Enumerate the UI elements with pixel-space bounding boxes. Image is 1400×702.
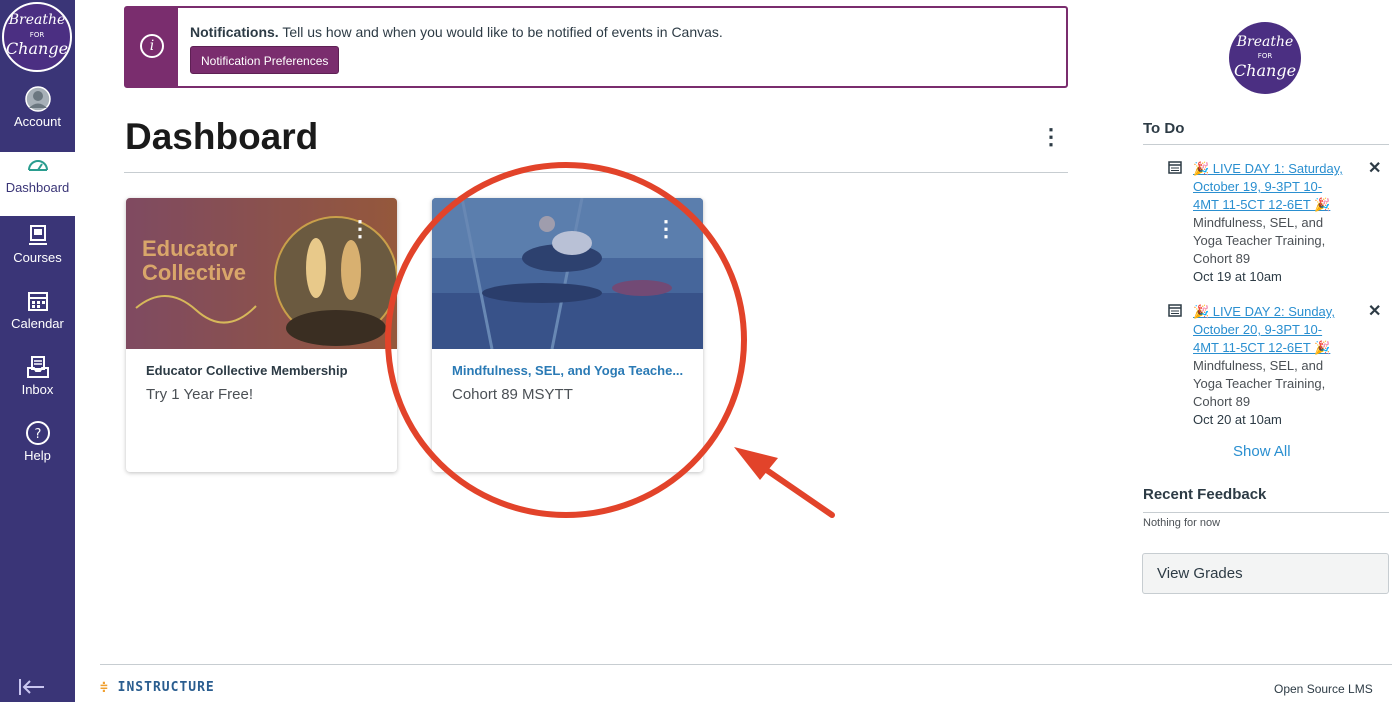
todo-heading: To Do (1143, 120, 1185, 137)
nav-label-account: Account (14, 114, 61, 129)
info-icon: i (140, 34, 164, 58)
course-card-subtitle: Cohort 89 MSYTT (452, 386, 573, 403)
notification-side: i (126, 8, 178, 86)
courses-icon (28, 225, 47, 245)
todo-context: Mindfulness, SEL, and Yoga Teacher Train… (1193, 215, 1326, 266)
course-card-mindfulness[interactable]: ⋮ Mindfulness, SEL, and Yoga Teache... C… (432, 198, 703, 472)
collapse-nav-icon[interactable] (18, 676, 46, 702)
dismiss-icon[interactable]: ✕ (1368, 303, 1381, 321)
nav-label-courses: Courses (13, 250, 62, 265)
nav-label-calendar: Calendar (11, 316, 64, 331)
course-card-title[interactable]: Mindfulness, SEL, and Yoga Teache... (452, 363, 683, 378)
calendar-icon (1168, 161, 1182, 174)
page-title: Dashboard (125, 116, 319, 157)
svg-text:Educator: Educator (142, 236, 238, 261)
notification-message: Notifications. Tell us how and when you … (190, 24, 723, 40)
dashboard-icon (27, 160, 48, 171)
svg-text:Change: Change (1234, 61, 1296, 80)
pointer-arrow (734, 447, 835, 518)
nav-item-calendar[interactable]: Calendar (0, 288, 75, 352)
recent-feedback-heading: Recent Feedback (1143, 486, 1267, 503)
footer-divider (100, 664, 1392, 665)
nav-item-help[interactable]: ? Help (0, 420, 75, 484)
course-card-image: ⋮ (432, 198, 703, 349)
account-icon (24, 86, 51, 112)
dashboard-options-icon[interactable]: ⋮ (1040, 124, 1062, 150)
course-card-educator-collective[interactable]: Educator Collective ⋮ Educator Collectiv… (126, 198, 397, 472)
notification-text: Tell us how and when you would like to b… (282, 24, 723, 40)
svg-text:Breathe: Breathe (8, 12, 66, 28)
svg-text:Change: Change (6, 39, 68, 58)
nav-label-dashboard: Dashboard (5, 180, 70, 195)
course-card-title[interactable]: Educator Collective Membership (146, 363, 348, 378)
show-all-link[interactable]: Show All (1233, 443, 1291, 460)
todo-date: Oct 19 at 10am (1193, 269, 1282, 284)
open-source-lms-link[interactable]: Open Source LMS (1274, 682, 1373, 696)
notification-preferences-button[interactable]: Notification Preferences (190, 46, 340, 74)
canvas-dashboard-page: Breathe FOR Change Account Dashboard Cou… (0, 0, 1400, 702)
instructure-logo[interactable]: ≑ INSTRUCTURE (100, 680, 215, 695)
todo-divider (1143, 144, 1389, 145)
nav-item-inbox[interactable]: Inbox (0, 354, 75, 418)
feedback-empty-text: Nothing for now (1143, 517, 1221, 529)
todo-link[interactable]: 🎉 LIVE DAY 2: Sunday, October 20, 9-3PT … (1193, 304, 1335, 355)
course-card-image: Educator Collective ⋮ (126, 198, 397, 349)
todo-link[interactable]: 🎉 LIVE DAY 1: Saturday, October 19, 9-3P… (1193, 161, 1343, 212)
svg-text:?: ? (34, 427, 41, 442)
calendar-icon (27, 292, 48, 311)
global-nav: Breathe FOR Change Account Dashboard Cou… (0, 0, 75, 702)
help-icon: ? (25, 421, 50, 445)
notification-title: Notifications. (190, 24, 279, 40)
breathe-for-change-logo[interactable]: Breathe FOR Change (2, 2, 72, 72)
view-grades-button[interactable]: View Grades (1142, 553, 1389, 594)
instructure-wordmark: INSTRUCTURE (117, 680, 215, 695)
header-divider (124, 172, 1068, 173)
feedback-divider (1143, 512, 1389, 513)
nav-label-help: Help (24, 448, 51, 463)
nav-item-account[interactable]: Account (0, 86, 75, 150)
nav-label-inbox: Inbox (21, 382, 54, 397)
svg-text:Breathe: Breathe (1236, 34, 1294, 50)
notification-banner: i Notifications. Tell us how and when yo… (124, 6, 1068, 88)
calendar-icon (1168, 304, 1182, 317)
todo-date: Oct 20 at 10am (1193, 412, 1282, 427)
sidebar-logo: Breathe FOR Change (1229, 22, 1301, 94)
card-options-icon[interactable]: ⋮ (349, 216, 371, 242)
card-options-icon[interactable]: ⋮ (655, 216, 677, 242)
svg-text:FOR: FOR (30, 31, 45, 39)
todo-context: Mindfulness, SEL, and Yoga Teacher Train… (1193, 358, 1326, 409)
svg-text:Collective: Collective (142, 260, 246, 285)
course-card-subtitle: Try 1 Year Free! (146, 386, 253, 403)
inbox-icon (26, 356, 49, 378)
instructure-icon: ≑ (100, 680, 109, 695)
nav-item-courses[interactable]: Courses (0, 222, 75, 286)
svg-text:FOR: FOR (1258, 52, 1273, 60)
nav-item-dashboard[interactable]: Dashboard (0, 152, 75, 216)
logo-mark: Breathe FOR Change (6, 12, 68, 58)
dismiss-icon[interactable]: ✕ (1368, 160, 1381, 178)
